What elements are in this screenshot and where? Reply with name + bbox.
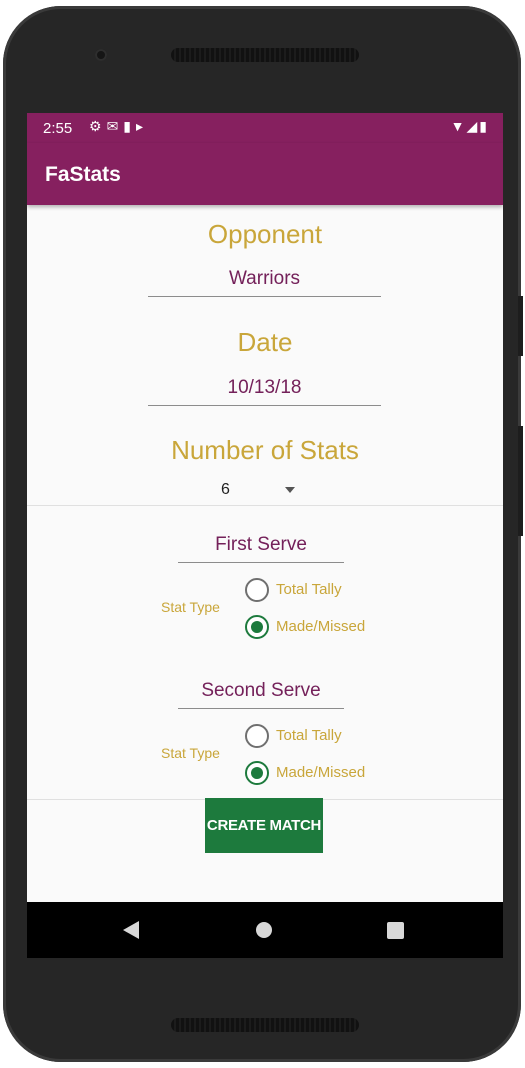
radio-total-tally[interactable] xyxy=(245,578,269,602)
app-bar: FaStats xyxy=(27,143,503,205)
status-bar: 2:55 ⚙✉▮▸ ▼◢▮ xyxy=(27,113,503,143)
dropdown-arrow-icon xyxy=(285,487,295,493)
date-heading: Date xyxy=(237,327,293,357)
power-button xyxy=(518,426,523,536)
wifi-icon: ▼ xyxy=(450,118,467,134)
radio-label-made-missed[interactable]: Made/Missed xyxy=(276,764,365,781)
number-of-stats-spinner[interactable]: 6 xyxy=(221,479,301,505)
radio-label-total-tally[interactable]: Total Tally xyxy=(276,727,342,744)
top-speaker-grille xyxy=(171,48,359,62)
create-match-button[interactable]: CREATE MATCH xyxy=(205,798,323,853)
number-of-stats-heading: Number of Stats xyxy=(171,435,359,465)
navigation-bar xyxy=(27,902,503,958)
stat-type-label: Stat Type xyxy=(161,745,220,761)
radio-label-total-tally[interactable]: Total Tally xyxy=(276,581,342,598)
date-field[interactable]: 10/13/18 xyxy=(148,377,381,406)
radio-total-tally[interactable] xyxy=(245,724,269,748)
phone-frame: 2:55 ⚙✉▮▸ ▼◢▮ FaStats Opponent Warriors … xyxy=(3,6,523,1062)
status-time: 2:55 xyxy=(43,120,73,137)
home-icon[interactable] xyxy=(256,922,272,938)
app-screen: 2:55 ⚙✉▮▸ ▼◢▮ FaStats Opponent Warriors … xyxy=(27,113,503,958)
radio-label-made-missed[interactable]: Made/Missed xyxy=(276,618,365,635)
gmail-icon: ✉ xyxy=(106,118,124,134)
play-store-icon: ▸ xyxy=(136,118,149,134)
recents-icon[interactable] xyxy=(387,922,404,939)
radio-made-missed[interactable] xyxy=(245,761,269,785)
opponent-heading: Opponent xyxy=(207,219,323,249)
back-icon[interactable] xyxy=(123,921,139,939)
settings-icon: ⚙ xyxy=(89,118,107,134)
signal-icon: ◢ xyxy=(466,118,480,134)
stat-name-field[interactable]: Second Serve xyxy=(178,680,344,709)
front-camera xyxy=(95,49,107,61)
number-of-stats-value: 6 xyxy=(221,481,230,498)
radio-made-missed[interactable] xyxy=(245,615,269,639)
status-system-icons: ▼◢▮ xyxy=(451,118,489,135)
status-notification-icons: ⚙✉▮▸ xyxy=(89,118,148,135)
battery-icon: ▮ xyxy=(479,118,489,134)
bottom-speaker-grille xyxy=(171,1018,359,1032)
divider xyxy=(27,505,503,506)
volume-button xyxy=(518,296,523,356)
opponent-field[interactable]: Warriors xyxy=(148,268,381,297)
sd-card-icon: ▮ xyxy=(123,118,137,134)
app-title: FaStats xyxy=(45,163,121,186)
stat-type-label: Stat Type xyxy=(161,599,220,615)
stat-name-field[interactable]: First Serve xyxy=(178,534,344,563)
